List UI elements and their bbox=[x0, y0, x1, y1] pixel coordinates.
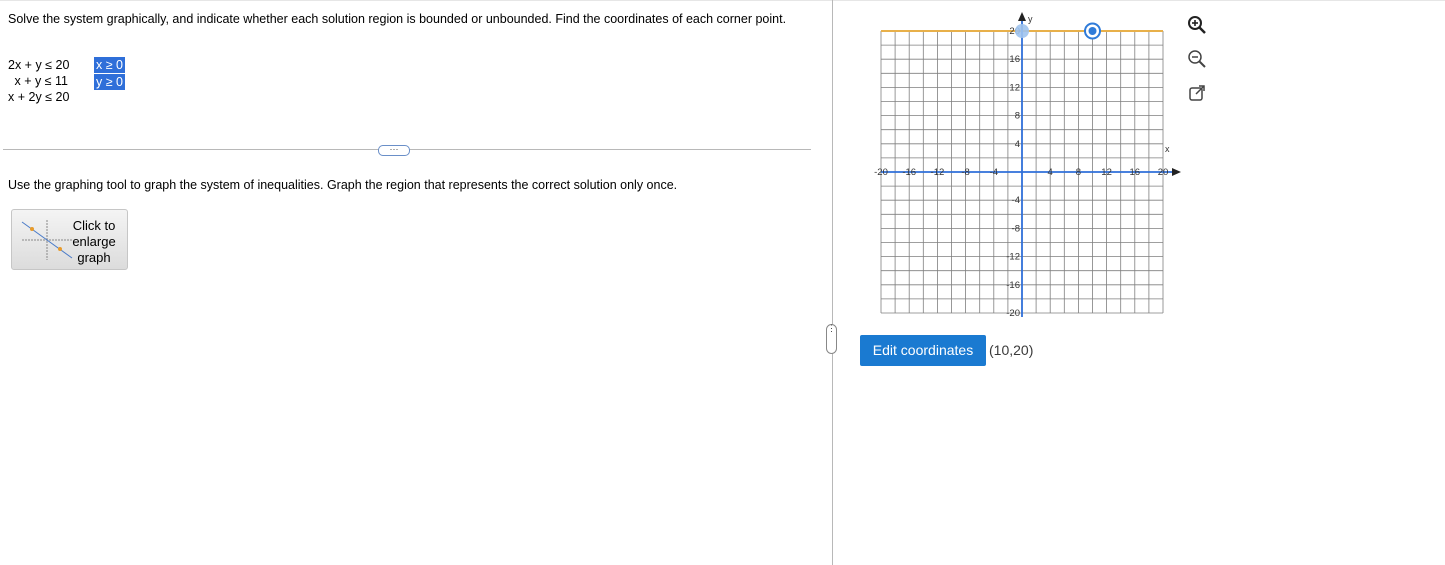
y-tick-label: 4 bbox=[1015, 139, 1020, 150]
graph-canvas[interactable]: xy-20 -16 -12 -8 -4 4 8 12 16 2020161284-4-8-12-1… bbox=[860, 10, 1185, 325]
popout-icon bbox=[1189, 85, 1205, 101]
y-tick-label: -20 bbox=[1006, 308, 1020, 319]
zoom-in-button[interactable] bbox=[1184, 12, 1210, 38]
x-tick-label: -4 bbox=[990, 167, 998, 178]
y-tick-label: 16 bbox=[1009, 54, 1020, 65]
x-tick-label: 8 bbox=[1076, 167, 1081, 178]
x-tick-label: -20 bbox=[874, 167, 888, 178]
top-rule bbox=[0, 0, 1445, 1]
show-more-button[interactable]: ··· bbox=[378, 145, 410, 156]
y-tick-label: -8 bbox=[1012, 223, 1020, 234]
graph-point-handle[interactable] bbox=[1015, 24, 1029, 38]
pane-resize-handle[interactable]: ⋮ bbox=[826, 324, 837, 354]
inequality-list: 2x + y ≤ 20 x + y ≤ 11 x + 2y ≤ 20 bbox=[8, 57, 70, 105]
x-tick-label: 12 bbox=[1101, 167, 1112, 178]
x-axis-label: x bbox=[1165, 144, 1170, 154]
popout-button[interactable] bbox=[1184, 80, 1210, 106]
x-axis-arrow bbox=[1172, 168, 1181, 176]
selected-point[interactable] bbox=[1088, 27, 1097, 35]
y-tick-label: -16 bbox=[1006, 280, 1020, 291]
edit-coordinates-button[interactable]: Edit coordinates bbox=[860, 335, 986, 366]
pane-divider[interactable] bbox=[832, 0, 833, 565]
y-axis-arrow bbox=[1018, 12, 1026, 21]
enlarge-graph-button[interactable]: Click to enlarge graph bbox=[11, 209, 128, 270]
zoom-in-icon bbox=[1188, 16, 1206, 34]
zoom-out-button[interactable] bbox=[1184, 46, 1210, 72]
x-tick-label: 4 bbox=[1048, 167, 1053, 178]
constraint-list: x ≥ 0 y ≥ 0 bbox=[94, 57, 126, 91]
inequality-1: 2x + y ≤ 20 bbox=[8, 58, 70, 72]
y-tick-label: -12 bbox=[1006, 252, 1020, 263]
y-tick-label: 8 bbox=[1015, 111, 1020, 122]
instruction-text: Use the graphing tool to graph the syste… bbox=[8, 178, 678, 192]
constraint-y: y ≥ 0 bbox=[94, 74, 126, 90]
x-tick-label: -12 bbox=[931, 167, 945, 178]
zoom-out-icon bbox=[1188, 50, 1206, 68]
inequality-2: x + y ≤ 11 bbox=[14, 74, 68, 88]
y-tick-label: 12 bbox=[1009, 82, 1020, 93]
problem-statement: Solve the system graphically, and indica… bbox=[8, 12, 787, 26]
x-tick-label: 20 bbox=[1158, 167, 1169, 178]
y-axis-label: y bbox=[1028, 14, 1033, 24]
x-tick-label: -8 bbox=[961, 167, 969, 178]
constraint-x: x ≥ 0 bbox=[94, 57, 126, 73]
x-tick-label: -16 bbox=[902, 167, 916, 178]
y-tick-label: -4 bbox=[1012, 195, 1020, 206]
selected-coordinate: (10,20) bbox=[989, 342, 1034, 358]
enlarge-label: Click to enlarge graph bbox=[72, 218, 116, 265]
inequality-3: x + 2y ≤ 20 bbox=[8, 90, 70, 104]
x-tick-label: 16 bbox=[1130, 167, 1141, 178]
